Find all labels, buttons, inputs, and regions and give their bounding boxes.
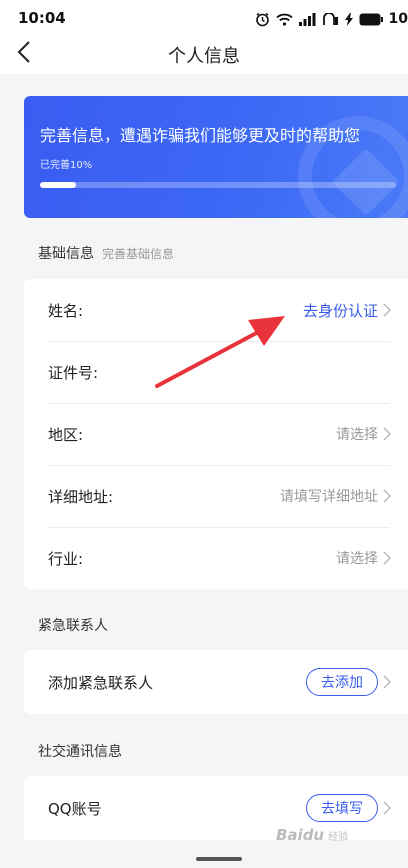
row-label: 行业: — [48, 549, 84, 568]
row-label: 添加紧急联系人 — [48, 673, 154, 692]
chevron-right-icon — [383, 427, 392, 441]
section-basic-info: 基础信息 完善基础信息 — [38, 243, 174, 263]
row-address[interactable]: 详细地址: 请填写详细地址 — [24, 465, 408, 527]
add-contact-button[interactable]: 去添加 — [306, 668, 378, 696]
section-social-info: 社交通讯信息 — [38, 741, 122, 761]
region-select-value[interactable]: 请选择 — [336, 424, 378, 444]
status-bar: 10:04 10 — [0, 0, 408, 38]
progress-bar — [40, 182, 396, 188]
row-industry[interactable]: 行业: 请选择 — [24, 527, 408, 589]
row-label: 地区: — [48, 425, 84, 444]
row-id-number[interactable]: 证件号: — [24, 341, 408, 403]
row-label: 详细地址: — [48, 487, 114, 506]
banner-title: 完善信息，遭遇诈骗我们能够更及时的帮助您 — [40, 126, 361, 145]
industry-select-value[interactable]: 请选择 — [336, 548, 378, 568]
battery-icon — [359, 13, 383, 26]
progress-label: 已完善10% — [40, 160, 93, 171]
row-qq-account[interactable]: QQ账号 去填写 — [24, 776, 408, 840]
alarm-icon — [255, 12, 270, 27]
row-label: 证件号: — [48, 363, 99, 382]
section-emergency-contact: 紧急联系人 — [38, 615, 108, 635]
row-region[interactable]: 地区: 请选择 — [24, 403, 408, 465]
fill-qq-button[interactable]: 去填写 — [306, 794, 378, 822]
chevron-right-icon — [383, 551, 392, 565]
completion-banner: 完善信息，遭遇诈骗我们能够更及时的帮助您 已完善10% — [24, 96, 408, 218]
chevron-right-icon — [383, 801, 392, 815]
basic-info-card: 姓名: 去身份认证 证件号: 地区: 请选择 详细地址: 请填写详细地址 行业:… — [24, 279, 408, 589]
row-label: 姓名: — [48, 301, 84, 320]
section-title: 紧急联系人 — [38, 618, 108, 634]
status-icons: 10 — [255, 9, 408, 29]
chevron-right-icon — [383, 303, 392, 317]
row-add-emergency-contact[interactable]: 添加紧急联系人 去添加 — [24, 650, 408, 714]
emergency-contact-card: 添加紧急联系人 去添加 — [24, 650, 408, 714]
section-title: 社交通讯信息 — [38, 744, 122, 760]
nav-bar: 个人信息 — [0, 38, 408, 74]
row-label: QQ账号 — [48, 799, 102, 818]
address-input-value[interactable]: 请填写详细地址 — [280, 486, 378, 506]
charging-icon — [344, 12, 353, 26]
section-subtitle: 完善基础信息 — [102, 247, 175, 261]
home-indicator[interactable] — [196, 857, 242, 861]
chevron-right-icon — [383, 675, 392, 689]
progress-fill — [40, 182, 76, 188]
battery-level: 10 — [388, 11, 408, 27]
watermark-logo: Baidu 经验 — [276, 826, 349, 844]
status-time: 10:04 — [18, 9, 66, 27]
identity-verify-link[interactable]: 去身份认证 — [303, 300, 378, 321]
hd-signal-icon — [322, 12, 339, 26]
signal-icon — [298, 12, 317, 26]
wifi-icon — [275, 13, 293, 26]
row-name[interactable]: 姓名: 去身份认证 — [24, 279, 408, 341]
section-title: 基础信息 — [38, 246, 94, 262]
chevron-right-icon — [383, 489, 392, 503]
social-info-card: QQ账号 去填写 — [24, 776, 408, 840]
page-title: 个人信息 — [168, 46, 240, 67]
